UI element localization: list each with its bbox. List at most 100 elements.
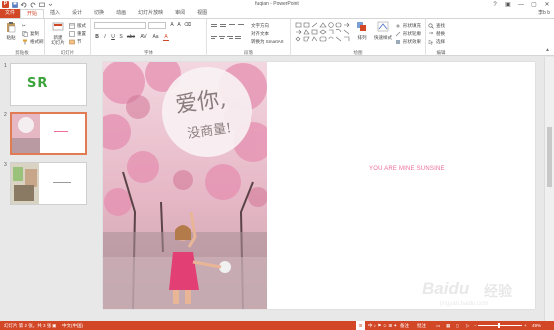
scrollbar-thumb[interactable] (547, 127, 552, 187)
close-button[interactable]: ✕ (543, 1, 551, 9)
thumbnail-number: 1 (4, 63, 7, 69)
paste-button[interactable]: 粘贴 (2, 21, 20, 45)
vertical-scrollbar[interactable] (544, 57, 554, 321)
tab-animations[interactable]: 动画 (110, 9, 132, 18)
strikethrough-button[interactable]: abc (126, 34, 136, 41)
section-button[interactable]: 节 (69, 38, 82, 45)
customize-qat-icon[interactable] (47, 1, 54, 8)
ime-toolbar[interactable]: 中 ♪ ⚑ ☺ ⊞ ✦ (368, 321, 397, 330)
reset-icon (69, 30, 75, 37)
bold-button[interactable]: B (94, 34, 100, 41)
zoom-out-button[interactable]: − (474, 321, 477, 330)
zoom-level[interactable]: 49% (532, 321, 541, 330)
ime-icon[interactable]: S (356, 321, 365, 330)
notes-button[interactable]: 备注 (400, 321, 409, 330)
text-direction-button[interactable]: 文字方向 (251, 22, 269, 29)
clipboard-group-label: 剪贴板 (15, 50, 29, 55)
arrange-icon (357, 22, 366, 31)
watermark-brand: Baidu (422, 279, 470, 298)
tab-view[interactable]: 视图 (191, 9, 213, 18)
decrease-font-button[interactable]: A (176, 22, 182, 29)
slide-thumbnail-3[interactable] (10, 162, 87, 205)
tab-design[interactable]: 设计 (66, 9, 88, 18)
watermark-sub: 经验 (484, 283, 512, 299)
shadow-button[interactable]: S (118, 34, 124, 41)
thumbnail-2-preview (12, 114, 68, 153)
tab-slideshow[interactable]: 幻灯片放映 (132, 9, 169, 18)
clipboard-group: 粘贴 ✂ 复制 格式刷 剪贴板 (0, 19, 45, 57)
shape-effects-button[interactable]: 形状效果 (395, 38, 421, 45)
change-case-button[interactable]: Aa (151, 34, 160, 41)
shape-outline-button[interactable]: 形状轮廓 (395, 30, 421, 37)
slide-sorter-icon[interactable]: ▦ (446, 321, 450, 330)
format-painter-button[interactable]: 格式刷 (22, 38, 44, 45)
arrange-button[interactable]: 排列 (353, 21, 371, 45)
align-text-button[interactable]: 对齐文本 (251, 30, 269, 37)
replace-button[interactable]: 替换 (428, 30, 445, 37)
find-icon (428, 22, 434, 29)
char-spacing-button[interactable]: AV (139, 34, 148, 41)
slide-thumbnail-2[interactable] (10, 112, 87, 155)
find-button[interactable]: 查找 (428, 22, 445, 29)
convert-smartart-button[interactable]: 转换为 SmartArt (251, 38, 284, 45)
normal-view-icon[interactable]: ▭ (436, 321, 440, 330)
help-button[interactable]: ? (491, 1, 499, 9)
copy-button[interactable]: 复制 (22, 30, 39, 37)
slide-thumbnail-1[interactable]: SR (10, 63, 87, 106)
font-size-dropdown[interactable] (148, 22, 166, 29)
tab-transitions[interactable]: 切换 (88, 9, 110, 18)
paragraph-group-label: 段落 (244, 50, 253, 55)
clear-formatting-icon[interactable]: ⌫ (184, 22, 191, 29)
comments-button[interactable]: 批注 (417, 321, 426, 330)
font-name-dropdown[interactable] (94, 22, 146, 29)
zoom-in-button[interactable]: + (524, 321, 527, 330)
cut-icon: ✂ (22, 23, 26, 28)
slide-canvas[interactable]: 爱你, 没商量! YOU ARE MINE SUNSINE (103, 62, 535, 309)
shape-fill-button[interactable]: 形状填充 (395, 22, 421, 29)
paste-icon (7, 22, 16, 33)
shapes-gallery[interactable] (295, 22, 351, 44)
tab-file[interactable]: 文件 (0, 9, 20, 18)
tab-insert[interactable]: 插入 (44, 9, 66, 18)
font-color-button[interactable]: A (163, 34, 169, 41)
cursor-icon (428, 39, 434, 45)
minimize-button[interactable]: — (517, 1, 525, 9)
italic-button[interactable]: I (102, 34, 108, 41)
section-icon (69, 39, 75, 44)
quick-styles-button[interactable]: 快速样式 (373, 21, 393, 45)
list-bullets-icon[interactable] (211, 23, 251, 29)
layout-icon (69, 22, 75, 29)
zoom-slider-thumb[interactable] (498, 323, 500, 328)
language-status[interactable]: 中文(中国) (62, 321, 83, 330)
reset-button[interactable]: 重置 (69, 30, 86, 37)
increase-font-button[interactable]: A (169, 22, 175, 29)
slide-text-box[interactable]: YOU ARE MINE SUNSINE (369, 166, 445, 172)
underline-button[interactable]: U (110, 34, 116, 41)
undo-icon[interactable] (20, 1, 27, 8)
align-icons[interactable] (211, 35, 251, 41)
reading-view-icon[interactable]: ▯ (456, 321, 458, 330)
collapse-ribbon-icon[interactable]: ▲ (545, 47, 550, 53)
slide-counter: 幻灯片 第 2 张，共 3 张 (4, 323, 52, 328)
replace-icon (429, 31, 434, 34)
tab-review[interactable]: 审阅 (169, 9, 191, 18)
layout-button[interactable]: 版式 (69, 22, 86, 29)
new-slide-button[interactable]: 新建 幻灯片 (48, 21, 68, 45)
baidu-watermark: Baidu 经验 jingyan.baidu.com (422, 279, 534, 311)
zoom-slider[interactable] (478, 325, 522, 326)
save-icon[interactable] (11, 1, 18, 8)
powerpoint-app-icon[interactable]: P (2, 1, 9, 8)
cut-button[interactable]: ✂ (22, 22, 26, 29)
maximize-button[interactable]: ▢ (530, 1, 538, 9)
user-account[interactable]: 李b b (538, 9, 550, 18)
redo-icon[interactable] (29, 1, 36, 8)
pen-icon (395, 31, 401, 36)
spellcheck-icon[interactable]: ▣ (52, 321, 56, 330)
tab-home[interactable]: 开始 (20, 9, 45, 18)
status-bar: 幻灯片 第 2 张，共 3 张 ▣ 中文(中国) S 中 ♪ ⚑ ☺ ⊞ ✦ 备… (0, 321, 554, 330)
start-slideshow-icon[interactable] (38, 1, 45, 8)
select-button[interactable]: 选择 (428, 38, 445, 45)
thumbnail-logo: SR (27, 76, 49, 91)
slideshow-view-icon[interactable]: ▷ (466, 321, 469, 330)
ribbon-display-button[interactable]: ▣ (504, 1, 512, 9)
